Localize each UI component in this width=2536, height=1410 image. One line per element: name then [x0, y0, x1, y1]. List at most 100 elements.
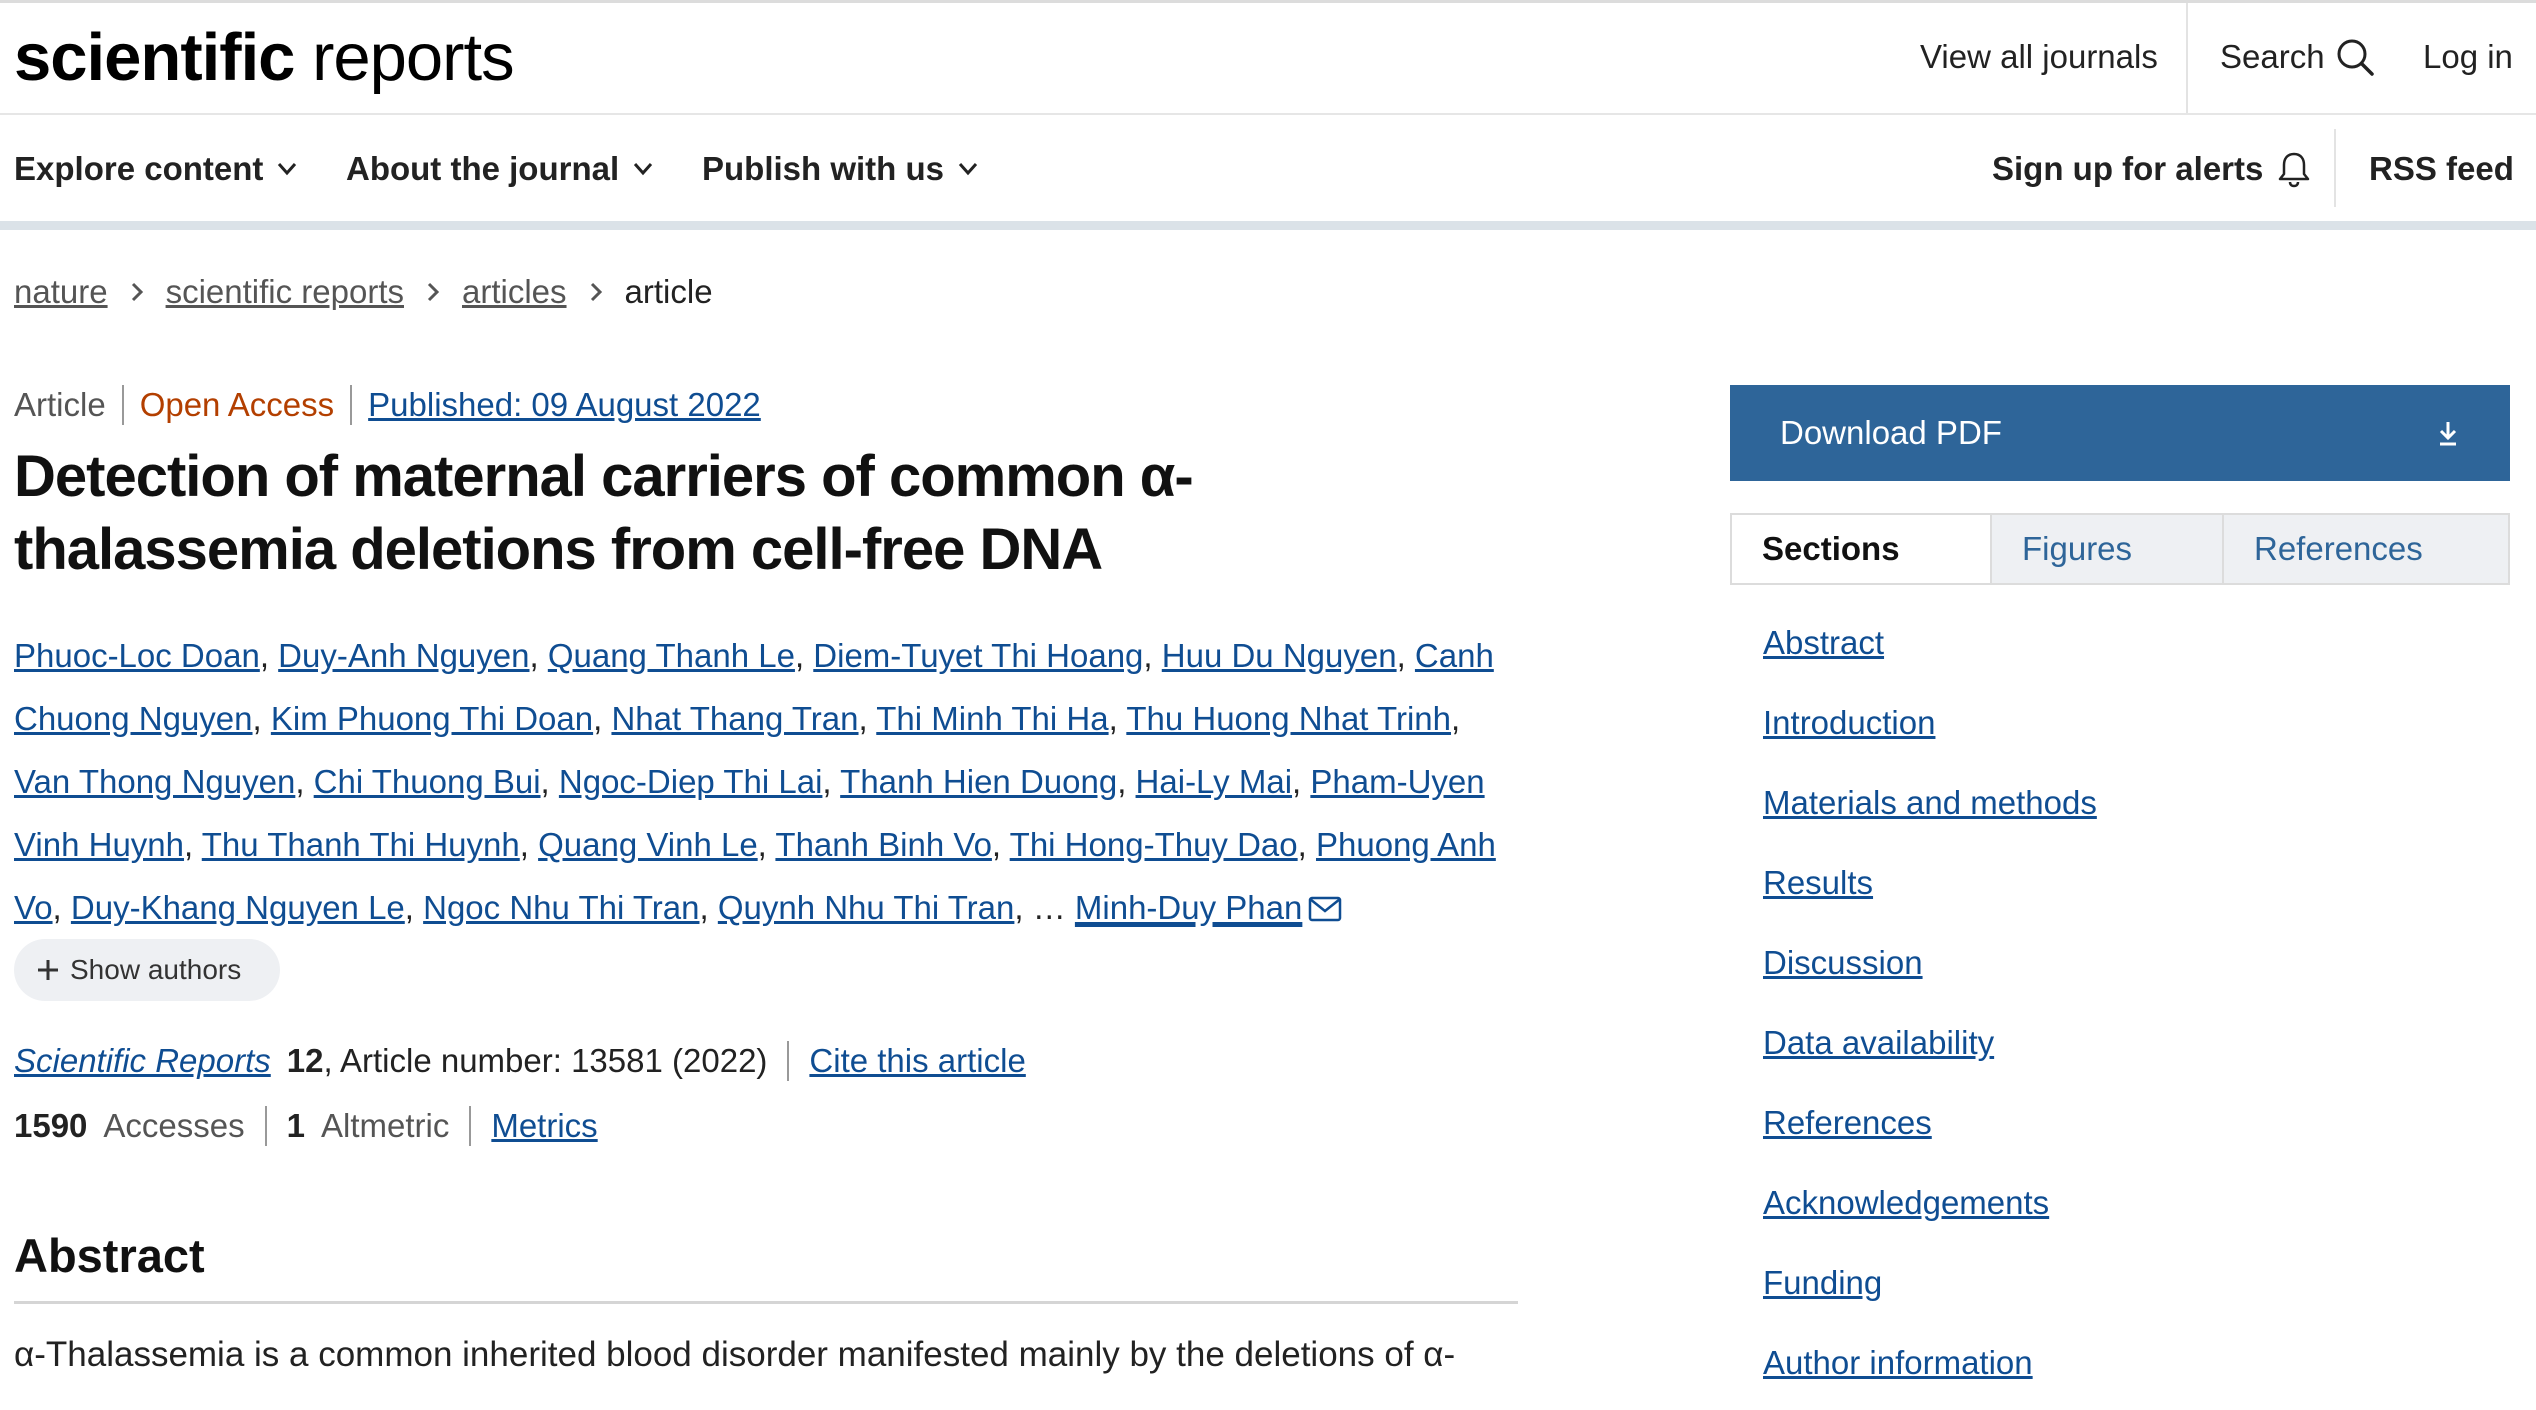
- search-label: Search: [2220, 38, 2325, 75]
- author-link[interactable]: Thi Minh Thi Ha: [876, 700, 1108, 737]
- article-meta: Article Open Access Published: 09 August…: [14, 379, 761, 431]
- author-link[interactable]: Diem-Tuyet Thi Hoang: [813, 637, 1143, 674]
- metrics-link[interactable]: Metrics: [491, 1100, 597, 1152]
- author-item: Duy-Anh Nguyen,: [278, 637, 548, 674]
- author-link-corresponding[interactable]: Minh-Duy Phan: [1075, 889, 1302, 926]
- author-link[interactable]: Phuoc-Loc Doan: [14, 637, 260, 674]
- section-link-results[interactable]: Results: [1763, 850, 2097, 930]
- accesses-label: Accesses: [103, 1107, 245, 1144]
- nav-divider: [2334, 129, 2336, 207]
- author-item: Ngoc-Diep Thi Lai,: [558, 763, 841, 800]
- author-item: Duy-Khang Nguyen Le,: [70, 889, 424, 926]
- chevron-down-icon: [634, 163, 653, 176]
- meta-divider: [121, 385, 124, 425]
- login-link[interactable]: Log in: [2423, 31, 2513, 83]
- author-item: Thanh Binh Vo,: [775, 826, 1010, 863]
- abstract-text: α-Thalassemia is a common inherited bloo…: [14, 1335, 1456, 1374]
- publish-with-us-menu[interactable]: Publish with us: [702, 143, 978, 195]
- journal-logo[interactable]: scientific reports: [14, 13, 515, 103]
- tab-sections[interactable]: Sections: [1732, 515, 1990, 583]
- article-metrics: 1590 Accesses 1 Altmetric Metrics: [14, 1100, 598, 1152]
- author-link[interactable]: Quang Vinh Le: [538, 826, 758, 863]
- rss-feed-link[interactable]: RSS feed: [2369, 143, 2514, 195]
- author-item: Chi Thuong Bui,: [313, 763, 559, 800]
- article-number: , Article number: 13581 (2022): [323, 1042, 768, 1079]
- author-link[interactable]: Thu Huong Nhat Trinh: [1126, 700, 1451, 737]
- show-authors-button[interactable]: Show authors: [14, 939, 280, 1001]
- sections-list: Abstract Introduction Materials and method…: [1763, 610, 2097, 1410]
- section-link-abstract[interactable]: Abstract: [1763, 610, 2097, 690]
- author-link[interactable]: Chi Thuong Bui: [314, 763, 541, 800]
- author-item: Phuoc-Loc Doan,: [14, 637, 279, 674]
- author-link[interactable]: Van Thong Nguyen: [14, 763, 295, 800]
- about-journal-menu[interactable]: About the journal: [346, 143, 653, 195]
- author-link[interactable]: Quynh Nhu Thi Tran: [718, 889, 1015, 926]
- author-link[interactable]: Duy-Anh Nguyen: [278, 637, 529, 674]
- author-item: Thu Huong Nhat Trinh,: [1126, 700, 1461, 737]
- author-link[interactable]: Ngoc-Diep Thi Lai: [559, 763, 823, 800]
- accesses-count: 1590: [14, 1107, 88, 1144]
- chevron-right-icon: [589, 281, 603, 303]
- author-link[interactable]: Hai-Ly Mai: [1136, 763, 1292, 800]
- author-item: Ngoc Nhu Thi Tran,: [423, 889, 718, 926]
- author-link[interactable]: Nhat Thang Tran: [611, 700, 858, 737]
- article-title: Detection of maternal carriers of common…: [14, 444, 1194, 582]
- author-item: Thanh Hien Duong,: [840, 763, 1136, 800]
- section-link-funding[interactable]: Funding: [1763, 1250, 2097, 1330]
- email-icon[interactable]: [1308, 879, 1342, 942]
- author-item: Thu Thanh Thi Huynh,: [201, 826, 539, 863]
- breadcrumb-nature[interactable]: nature: [14, 266, 108, 318]
- author-link[interactable]: Thanh Binh Vo: [775, 826, 992, 863]
- header-underline: [0, 221, 2536, 230]
- author-link[interactable]: Thu Thanh Thi Huynh: [202, 826, 520, 863]
- section-link-author-information[interactable]: Author information: [1763, 1330, 2097, 1410]
- author-item: Thi Hong-Thuy Dao,: [1009, 826, 1316, 863]
- altmetric-count: 1: [286, 1107, 305, 1144]
- author-link[interactable]: Thi Hong-Thuy Dao: [1010, 826, 1298, 863]
- author-link[interactable]: Huu Du Nguyen: [1162, 637, 1397, 674]
- author-link[interactable]: Quang Thanh Le: [548, 637, 795, 674]
- search-button[interactable]: Search: [2220, 31, 2375, 83]
- journal-link[interactable]: Scientific Reports: [14, 1035, 271, 1087]
- open-access-label: Open Access: [139, 386, 335, 423]
- search-icon: [2337, 39, 2374, 76]
- explore-content-menu[interactable]: Explore content: [14, 143, 297, 195]
- published-date-link[interactable]: Published: 09 August 2022: [368, 379, 761, 431]
- tab-references[interactable]: References: [2222, 515, 2508, 583]
- section-link-acknowledgements[interactable]: Acknowledgements: [1763, 1170, 2097, 1250]
- author-link[interactable]: Ngoc Nhu Thi Tran: [423, 889, 699, 926]
- download-pdf-label: Download PDF: [1780, 414, 2002, 451]
- download-pdf-button[interactable]: Download PDF: [1730, 385, 2510, 481]
- breadcrumb-current: article: [624, 273, 713, 310]
- section-link-introduction[interactable]: Introduction: [1763, 690, 2097, 770]
- volume-number: 12: [286, 1042, 324, 1079]
- about-journal-label: About the journal: [346, 150, 620, 187]
- site-header: scientific reports View all journals Sea…: [0, 3, 2536, 115]
- section-link-discussion[interactable]: Discussion: [1763, 930, 2097, 1010]
- altmetric-label: Altmetric: [321, 1107, 450, 1144]
- author-item: Quynh Nhu Thi Tran,: [717, 889, 1033, 926]
- author-link[interactable]: Duy-Khang Nguyen Le: [71, 889, 405, 926]
- citation-line: Scientific Reports 12 , Article number: …: [14, 1035, 1026, 1087]
- section-link-data-availability[interactable]: Data availability: [1763, 1010, 2097, 1090]
- tab-figures[interactable]: Figures: [1990, 515, 2222, 583]
- section-link-references[interactable]: References: [1763, 1090, 2097, 1170]
- publish-with-us-label: Publish with us: [702, 150, 945, 187]
- metrics-divider: [264, 1106, 267, 1146]
- sign-up-alerts-link[interactable]: Sign up for alerts: [1992, 143, 2311, 195]
- author-item: Quang Thanh Le,: [547, 637, 814, 674]
- meta-divider: [350, 385, 353, 425]
- section-link-materials-and-methods[interactable]: Materials and methods: [1763, 770, 2097, 850]
- show-authors-label: Show authors: [70, 954, 242, 985]
- sign-up-alerts-label: Sign up for alerts: [1992, 150, 2264, 187]
- breadcrumb-scientific-reports[interactable]: scientific reports: [166, 266, 404, 318]
- authors-ellipsis: …: [1032, 889, 1066, 926]
- cite-article-link[interactable]: Cite this article: [809, 1035, 1025, 1087]
- breadcrumb-articles[interactable]: articles: [462, 266, 567, 318]
- author-item: Quang Vinh Le,: [538, 826, 776, 863]
- view-all-journals-link[interactable]: View all journals: [1920, 31, 2158, 83]
- author-link[interactable]: Kim Phuong Thi Doan: [271, 700, 593, 737]
- author-link[interactable]: Thanh Hien Duong: [840, 763, 1117, 800]
- download-icon: [2439, 422, 2457, 446]
- chevron-down-icon: [278, 163, 297, 176]
